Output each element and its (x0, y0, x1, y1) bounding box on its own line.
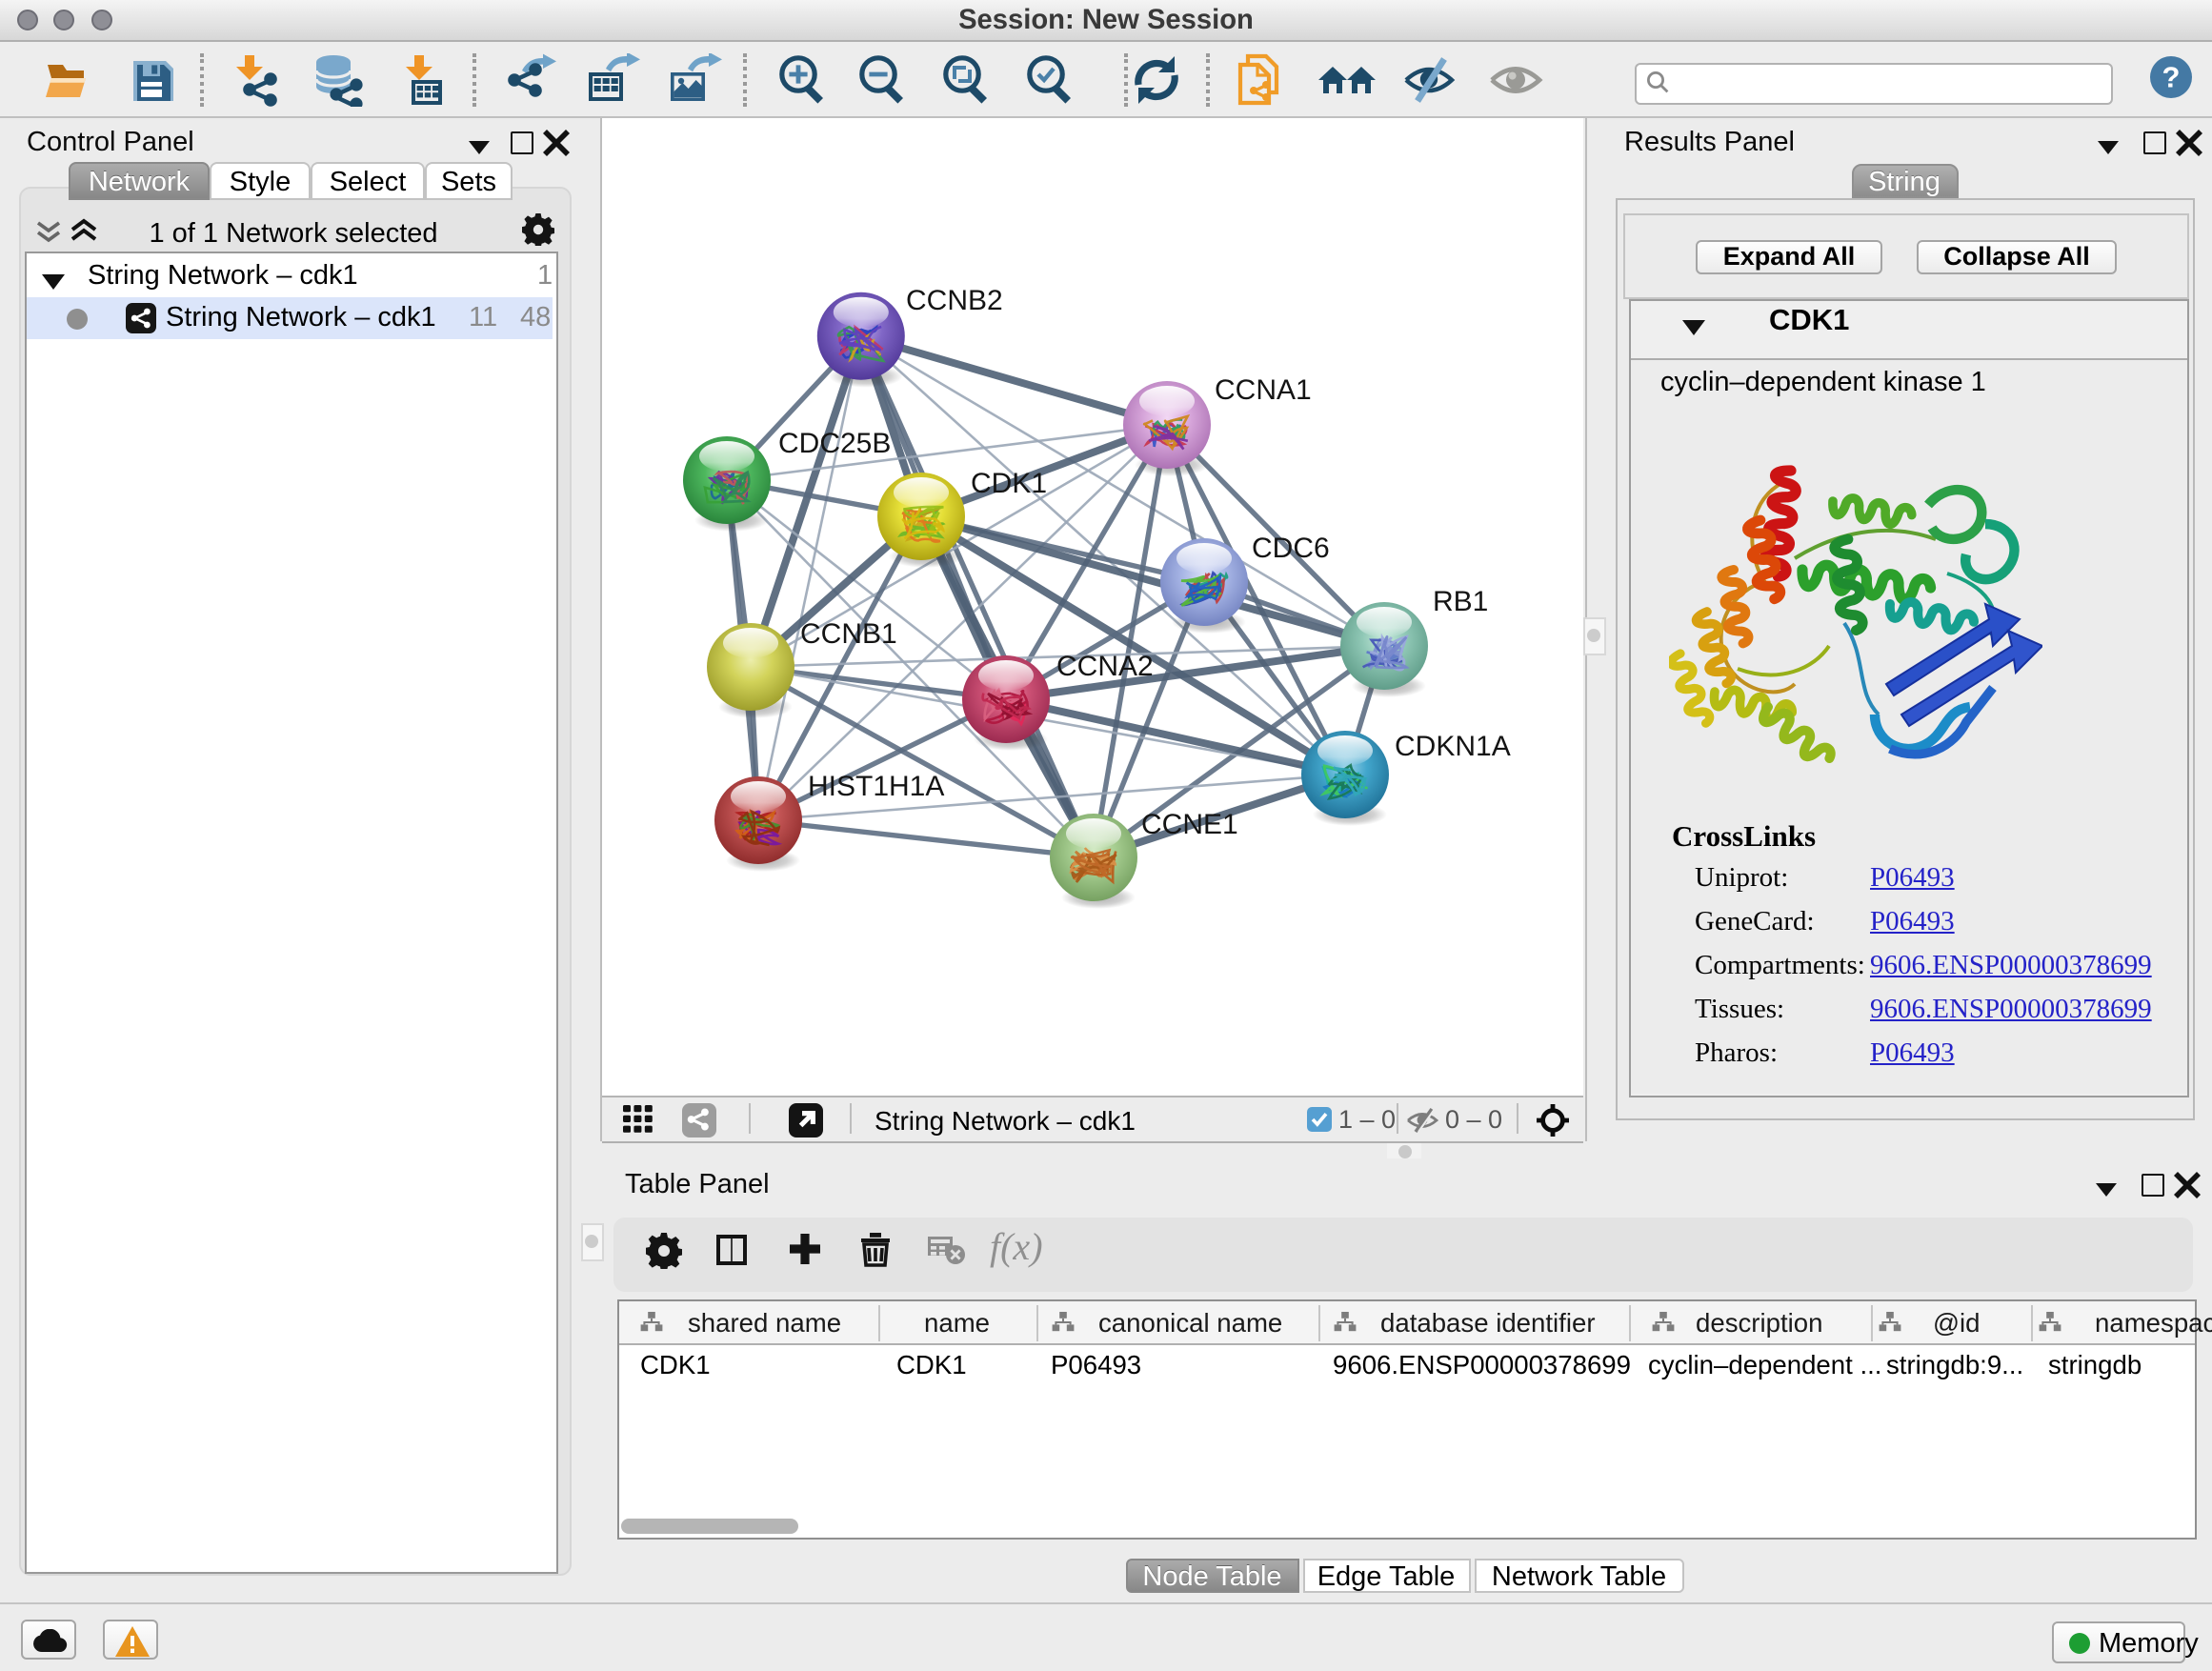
svg-text:CCNA2: CCNA2 (1056, 651, 1153, 682)
svg-text:HIST1H1A: HIST1H1A (807, 771, 943, 802)
svg-text:?: ? (2162, 61, 2181, 94)
svg-text:CCNA1: CCNA1 (1214, 374, 1311, 406)
svg-text:RB1: RB1 (1432, 586, 1487, 617)
svg-text:CDC6: CDC6 (1251, 533, 1329, 564)
svg-text:CDKN1A: CDKN1A (1394, 731, 1510, 762)
svg-text:CCNB2: CCNB2 (905, 285, 1002, 316)
svg-text:CDC25B: CDC25B (777, 428, 890, 459)
svg-text:CCNE1: CCNE1 (1140, 809, 1237, 840)
svg-text:CDK1: CDK1 (970, 468, 1046, 499)
svg-text:CCNB1: CCNB1 (799, 618, 896, 650)
